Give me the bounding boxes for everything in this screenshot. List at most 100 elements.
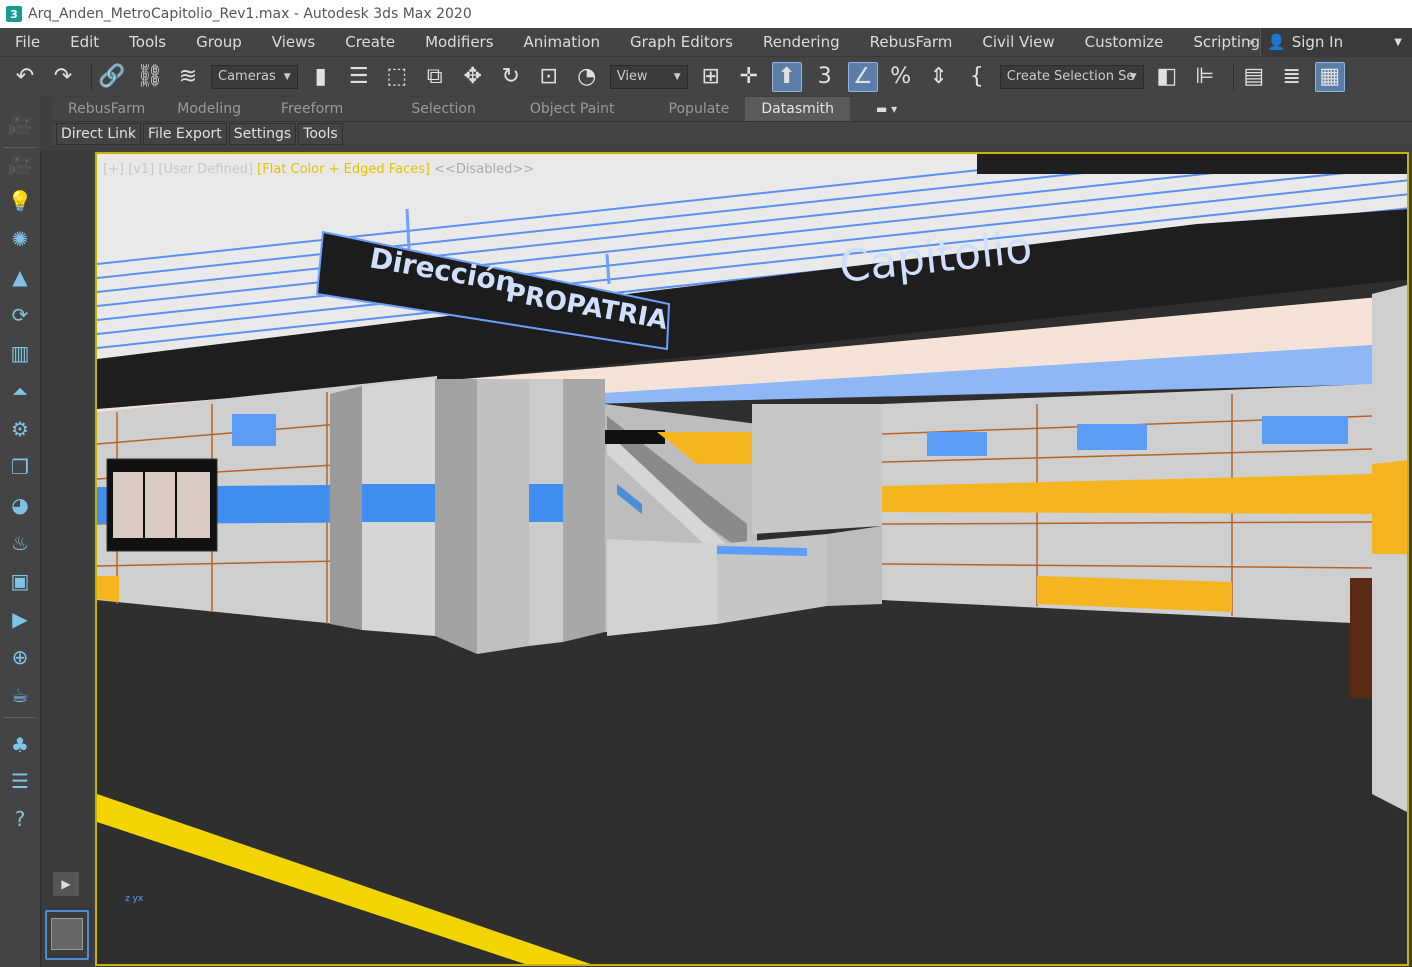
subtab-tools[interactable]: Tools <box>298 122 343 145</box>
app-icon[interactable]: 3 <box>6 6 22 22</box>
tab-modeling[interactable]: Modeling <box>161 97 257 121</box>
axis-gizmo: z yx <box>125 894 144 904</box>
copy-icon[interactable]: ❐ <box>7 454 33 480</box>
menu-graph-editors[interactable]: Graph Editors <box>615 28 748 56</box>
turnstile <box>607 539 717 636</box>
tab-populate[interactable]: Populate <box>653 97 746 121</box>
viewport-label[interactable]: [+] [v1] [User Defined] [Flat Color + Ed… <box>103 162 534 177</box>
menu-views[interactable]: Views <box>257 28 330 56</box>
strip-separator <box>4 147 36 149</box>
book-icon[interactable]: ▥ <box>7 340 33 366</box>
bind-space-warp-icon[interactable]: ≋ <box>173 62 203 92</box>
menu-civil-view[interactable]: Civil View <box>967 28 1069 56</box>
select-manipulate-icon[interactable]: ✛ <box>734 62 764 92</box>
window-title: Arq_Anden_MetroCapitolio_Rev1.max - Auto… <box>28 6 472 22</box>
chevron-down-icon: ▼ <box>1394 36 1402 48</box>
spinner-snap-icon[interactable]: ⇕ <box>924 62 954 92</box>
viewport-plus-menu[interactable]: [+] <box>103 162 124 177</box>
refresh-icon[interactable]: ⟳ <box>7 302 33 328</box>
tab-freeform[interactable]: Freeform <box>265 97 359 121</box>
scene-explorer-icon[interactable]: ▤ <box>1239 62 1269 92</box>
menu-modifiers[interactable]: Modifiers <box>410 28 508 56</box>
rotate-icon[interactable]: ↻ <box>496 62 526 92</box>
keyboard-shortcut-override-icon[interactable]: ⬆ <box>771 61 802 92</box>
ribbon-toggle-icon[interactable]: ▬ ▾ <box>876 102 897 116</box>
rectangular-selection-icon[interactable]: ⬚ <box>382 62 412 92</box>
menu-customize[interactable]: Customize <box>1070 28 1179 56</box>
angle-snap-icon[interactable]: ∠ <box>847 61 878 92</box>
viewport-layout-button[interactable] <box>45 910 89 960</box>
sign-in-label: Sign In <box>1291 33 1344 51</box>
subtab-file-export[interactable]: File Export <box>143 122 227 145</box>
select-by-name-icon[interactable]: ☰ <box>344 62 374 92</box>
sun-icon[interactable]: ✺ <box>7 226 33 252</box>
panel-icon[interactable]: ▣ <box>7 568 33 594</box>
tab-object-paint[interactable]: Object Paint <box>514 97 631 121</box>
ribbon-tabs: RebusFarm Modeling Freeform Selection Ob… <box>52 97 1412 121</box>
selection-filter-dropdown[interactable]: Cameras ▼ <box>211 64 298 89</box>
menu-tools[interactable]: Tools <box>114 28 181 56</box>
window-crossing-icon[interactable]: ⧉ <box>420 62 450 92</box>
tab-datasmith[interactable]: Datasmith <box>745 97 851 121</box>
render-frame-icon[interactable]: ▶ <box>7 606 33 632</box>
teapot-icon[interactable]: ☕ <box>7 682 33 708</box>
list-icon[interactable]: ☰ <box>7 768 33 794</box>
menu-file[interactable]: File <box>0 28 55 56</box>
camera-icon[interactable]: 🎥 <box>7 111 33 137</box>
viewport-pov-menu[interactable]: [User Defined] <box>158 162 253 177</box>
tab-rebusfarm[interactable]: RebusFarm <box>52 97 161 121</box>
viewport-shading-menu[interactable]: [Flat Color + Edged Faces] <box>257 162 430 177</box>
sign-in-dropdown[interactable]: 👤 Sign In ▼ <box>1260 28 1412 56</box>
redo-icon[interactable]: ↷ <box>48 62 78 92</box>
wall-panel-blue <box>232 414 276 446</box>
percent-snap-icon[interactable]: % <box>886 62 916 92</box>
menu-overflow-chevron[interactable]: » <box>1244 35 1259 49</box>
edit-named-selection-icon[interactable]: { <box>962 62 992 92</box>
undo-icon[interactable]: ↶ <box>10 62 40 92</box>
placement-icon[interactable]: ◔ <box>572 62 602 92</box>
toolbar-separator <box>1232 62 1234 91</box>
align-icon[interactable]: ⊫ <box>1190 62 1220 92</box>
palette-icon[interactable]: ◕ <box>7 492 33 518</box>
move-icon[interactable]: ✥ <box>458 62 488 92</box>
menu-animation[interactable]: Animation <box>509 28 615 56</box>
escalator-handrail <box>605 430 665 444</box>
pine-icon[interactable]: ⏶ <box>7 378 33 404</box>
gear-icon[interactable]: ⚙ <box>7 416 33 442</box>
door <box>1350 578 1372 698</box>
ribbon-toggle-icon[interactable]: ▦ <box>1314 61 1345 92</box>
ribbon-subtabs: Direct Link File Export Settings Tools <box>52 121 1412 145</box>
tree-icon[interactable]: ▲ <box>7 264 33 290</box>
viewport-view-menu[interactable]: [v1] <box>128 162 154 177</box>
named-selection-sets-dropdown[interactable]: Create Selection Se ▼ <box>999 64 1144 89</box>
scale-icon[interactable]: ⊡ <box>534 62 564 92</box>
menu-group[interactable]: Group <box>181 28 257 56</box>
unlink-icon[interactable]: ⛓ <box>135 62 165 92</box>
layer-explorer-icon[interactable]: ≣ <box>1277 62 1307 92</box>
menu-bar: File Edit Tools Group Views Create Modif… <box>0 28 1412 56</box>
menu-edit[interactable]: Edit <box>55 28 114 56</box>
select-object-icon[interactable]: ▮ <box>306 62 336 92</box>
viewport-disabled-label: <<Disabled>> <box>434 162 535 177</box>
menu-create[interactable]: Create <box>330 28 410 56</box>
mirror-icon[interactable]: ◧ <box>1152 62 1182 92</box>
viewport-layout-icon[interactable]: ⊕ <box>7 644 33 670</box>
link-icon[interactable]: 🔗 <box>97 62 127 92</box>
light-bulb-icon[interactable]: 💡 <box>7 188 33 214</box>
menu-rendering[interactable]: Rendering <box>748 28 855 56</box>
help-icon[interactable]: ? <box>7 806 33 832</box>
create-camera-icon[interactable]: 🎥 <box>7 151 33 177</box>
tab-selection[interactable]: Selection <box>395 97 492 121</box>
viewport[interactable]: [+] [v1] [User Defined] [Flat Color + Ed… <box>95 152 1409 966</box>
snaps-toggle-icon[interactable]: 3 <box>810 62 840 92</box>
toolbar-separator <box>91 62 92 91</box>
menu-rebusfarm[interactable]: RebusFarm <box>855 28 968 56</box>
pivot-center-icon[interactable]: ⊞ <box>696 62 726 92</box>
play-icon[interactable]: ▶ <box>53 872 79 896</box>
subtab-direct-link[interactable]: Direct Link <box>56 122 142 145</box>
forest-icon[interactable]: ♣ <box>7 732 33 758</box>
lamp-icon[interactable]: ♨ <box>7 530 33 556</box>
viewport-side-panel: ▶ <box>40 150 92 967</box>
reference-coordinate-dropdown[interactable]: View ▼ <box>609 64 688 89</box>
subtab-settings[interactable]: Settings <box>228 122 297 145</box>
